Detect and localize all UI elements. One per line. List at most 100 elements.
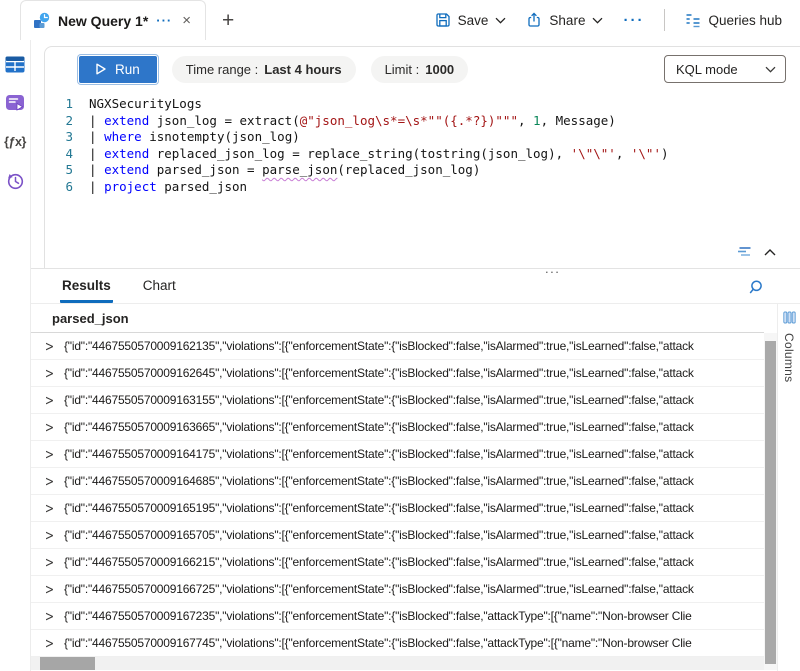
main-area: {ƒx} Run Time range : La — [0, 40, 800, 671]
results-body: parsed_json >{"id":"4467550570009162135"… — [31, 303, 800, 671]
column-header-parsed-json[interactable]: parsed_json — [31, 304, 764, 333]
line-number: 5 — [45, 162, 89, 179]
tab-close-icon[interactable]: × — [180, 12, 193, 29]
row-expand-chevron-icon[interactable]: > — [42, 554, 57, 570]
tab-title: New Query 1* — [58, 13, 148, 29]
time-range-pill[interactable]: Time range : Last 4 hours — [172, 56, 356, 83]
save-chevron-down-icon[interactable] — [495, 17, 506, 24]
tab-bar-actions: Save Share ··· — [429, 8, 800, 33]
editor-footer-actions — [737, 246, 776, 258]
table-row[interactable]: > {"id":"4467550570009165705","violations… — [31, 522, 764, 549]
row-expand-chevron-icon[interactable]: > — [42, 635, 57, 651]
limit-pill[interactable]: Limit : 1000 — [371, 56, 469, 83]
table-row[interactable]: >{"id":"4467550570009167235","violations… — [31, 603, 764, 630]
play-icon — [96, 63, 106, 75]
columns-side-panel[interactable]: Columns — [777, 304, 800, 671]
table-row[interactable]: > {"id":"4467550570009166725","violations… — [31, 576, 764, 603]
table-row[interactable]: >{"id":"4467550570009162135","violations… — [31, 333, 764, 360]
row-expand-chevron-icon[interactable]: > — [42, 419, 57, 435]
code-line[interactable]: 4| extend replaced_json_log = replace_st… — [45, 146, 800, 163]
code-line[interactable]: 5| extend parsed_json = parse_json(repla… — [45, 162, 800, 179]
kql-mode-select[interactable]: KQL mode — [664, 55, 786, 83]
query-panel: Run Time range : Last 4 hours Limit : 10… — [44, 46, 800, 268]
row-expand-chevron-icon[interactable]: > — [42, 527, 57, 543]
code-text: | extend replaced_json_log = replace_str… — [89, 146, 669, 163]
row-json-text: {"id":"4467550570009162645","violations"… — [64, 366, 694, 380]
row-expand-chevron-icon[interactable]: > — [42, 608, 57, 624]
results-panel: Results Chart parsed_json >{"id":"446755… — [31, 268, 800, 671]
row-json-text: {"id":"4467550570009166725","violations"… — [64, 582, 694, 596]
tab-bar: New Query 1* ··· × + Save — [0, 0, 800, 40]
table-row[interactable]: > {"id":"4467550570009163665","violations… — [31, 414, 764, 441]
collapse-editor-icon[interactable] — [764, 248, 776, 256]
table-data-icon[interactable] — [4, 53, 26, 75]
toolbar-divider — [664, 9, 665, 31]
table-row[interactable]: > {"id":"4467550570009166215","violations… — [31, 549, 764, 576]
query-tab[interactable]: New Query 1* ··· × — [20, 0, 206, 40]
line-number: 2 — [45, 113, 89, 130]
tab-more-icon[interactable]: ··· — [156, 13, 172, 28]
table-row[interactable]: >{"id":"4467550570009163155","violations… — [31, 387, 764, 414]
horizontal-scrollbar[interactable] — [31, 657, 764, 670]
columns-icon[interactable] — [783, 311, 796, 324]
results-grid: parsed_json >{"id":"4467550570009162135"… — [31, 304, 764, 671]
code-text: | where isnotempty(json_log) — [89, 129, 300, 146]
tab-chart[interactable]: Chart — [141, 278, 178, 303]
row-expand-chevron-icon[interactable]: > — [42, 500, 57, 516]
share-chevron-down-icon[interactable] — [592, 17, 603, 24]
row-json-text: {"id":"4467550570009165195","violations"… — [64, 501, 694, 515]
row-json-text: {"id":"4467550570009163665","violations"… — [64, 420, 694, 434]
code-line[interactable]: 6| project parsed_json — [45, 179, 800, 196]
row-json-text: {"id":"4467550570009166215","violations"… — [64, 555, 694, 569]
table-row[interactable]: > {"id":"4467550570009162645","violations… — [31, 360, 764, 387]
queries-hub-label: Queries hub — [708, 13, 782, 28]
left-rail: {ƒx} — [0, 40, 31, 671]
history-icon[interactable] — [4, 170, 26, 192]
run-label: Run — [115, 62, 140, 77]
table-row[interactable]: >{"id":"4467550570009167745","violations… — [31, 630, 764, 657]
row-expand-chevron-icon[interactable]: > — [42, 473, 57, 489]
more-actions-button[interactable]: ··· — [617, 8, 650, 33]
time-range-value: Last 4 hours — [264, 62, 341, 77]
functions-icon[interactable]: {ƒx} — [4, 131, 26, 153]
table-row[interactable]: > {"id":"4467550570009165195","violations… — [31, 495, 764, 522]
line-number: 1 — [45, 96, 89, 113]
row-expand-chevron-icon[interactable]: > — [42, 446, 57, 462]
kql-editor[interactable]: 1NGXSecurityLogs2| extend json_log = ext… — [45, 96, 800, 195]
vertical-scrollbar[interactable] — [764, 333, 777, 670]
adx-logo-icon — [33, 12, 50, 29]
row-expand-chevron-icon[interactable]: > — [42, 392, 57, 408]
queries-hub-button[interactable]: Queries hub — [679, 9, 788, 32]
save-button[interactable]: Save — [429, 8, 513, 32]
table-row[interactable]: >{"id":"4467550570009164175","violations… — [31, 441, 764, 468]
run-button[interactable]: Run — [79, 56, 157, 83]
row-expand-chevron-icon[interactable]: > — [42, 338, 57, 354]
share-button[interactable]: Share — [520, 8, 609, 32]
code-line[interactable]: 3| where isnotempty(json_log) — [45, 129, 800, 146]
code-line[interactable]: 2| extend json_log = extract(@"json_log\… — [45, 113, 800, 130]
row-expand-chevron-icon[interactable]: > — [42, 581, 57, 597]
table-row[interactable]: > {"id":"4467550570009164685","violations… — [31, 468, 764, 495]
format-lines-icon[interactable] — [737, 246, 753, 258]
tab-results[interactable]: Results — [60, 278, 113, 303]
code-line[interactable]: 1NGXSecurityLogs — [45, 96, 800, 113]
content-area: Run Time range : Last 4 hours Limit : 10… — [31, 40, 800, 671]
save-label: Save — [458, 13, 489, 28]
editor-lines: 1NGXSecurityLogs2| extend json_log = ext… — [45, 96, 800, 195]
line-number: 6 — [45, 179, 89, 196]
code-text: NGXSecurityLogs — [89, 96, 202, 113]
limit-value: 1000 — [425, 62, 454, 77]
vertical-scrollbar-thumb[interactable] — [765, 341, 776, 664]
query-card-icon[interactable] — [4, 92, 26, 114]
row-json-text: {"id":"4467550570009165705","violations"… — [64, 528, 694, 542]
row-json-text: {"id":"4467550570009164685","violations"… — [64, 474, 694, 488]
line-number: 3 — [45, 129, 89, 146]
horizontal-scrollbar-thumb[interactable] — [40, 657, 95, 670]
search-icon[interactable] — [749, 279, 766, 296]
save-icon — [435, 12, 451, 28]
code-text: | extend parsed_json = parse_json(replac… — [89, 162, 480, 179]
row-expand-chevron-icon[interactable]: > — [42, 365, 57, 381]
results-rows: >{"id":"4467550570009162135","violations… — [31, 333, 764, 657]
new-tab-button[interactable]: + — [222, 10, 234, 31]
code-text: | extend json_log = extract(@"json_log\s… — [89, 113, 616, 130]
